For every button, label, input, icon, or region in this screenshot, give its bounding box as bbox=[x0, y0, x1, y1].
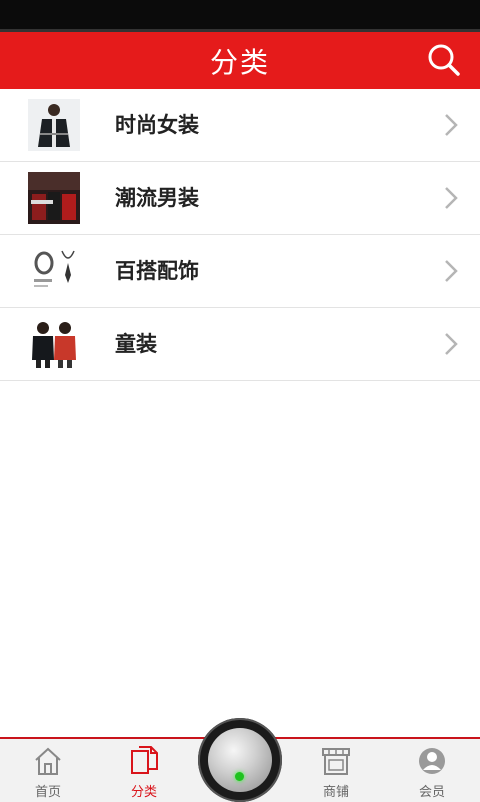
category-label: 童装 bbox=[115, 332, 157, 356]
indicator-light-icon bbox=[235, 772, 244, 781]
category-label: 潮流男装 bbox=[115, 186, 199, 210]
chevron-right-icon bbox=[445, 187, 458, 209]
page-title: 分类 bbox=[209, 45, 270, 79]
search-icon bbox=[428, 44, 460, 76]
chevron-right-icon bbox=[445, 114, 458, 136]
mens-thumbnail bbox=[28, 172, 80, 224]
womens-thumbnail bbox=[28, 99, 80, 151]
tab-shop[interactable]: 商铺 bbox=[296, 739, 376, 802]
tab-label: 首页 bbox=[34, 785, 61, 800]
accessories-thumbnail bbox=[28, 245, 80, 297]
category-list: 时尚女装 潮流男装 百搭配饰 童装 bbox=[0, 89, 480, 381]
status-bar bbox=[0, 0, 480, 32]
category-label: 时尚女装 bbox=[115, 113, 199, 137]
tab-category[interactable]: 分类 bbox=[104, 739, 184, 802]
tab-label: 会员 bbox=[418, 785, 445, 800]
tab-member[interactable]: 会员 bbox=[392, 739, 472, 802]
member-icon bbox=[419, 748, 445, 774]
category-item-mens[interactable]: 潮流男装 bbox=[0, 162, 480, 235]
category-icon bbox=[131, 746, 158, 774]
tab-home[interactable]: 首页 bbox=[8, 739, 88, 802]
category-item-accessories[interactable]: 百搭配饰 bbox=[0, 235, 480, 308]
tab-label: 商铺 bbox=[322, 785, 349, 800]
shop-icon bbox=[322, 748, 350, 775]
category-item-womens[interactable]: 时尚女装 bbox=[0, 89, 480, 162]
category-item-kids[interactable]: 童装 bbox=[0, 308, 480, 381]
category-label: 百搭配饰 bbox=[115, 259, 199, 283]
search-button[interactable] bbox=[426, 42, 462, 78]
app-header: 分类 bbox=[0, 32, 480, 89]
kids-thumbnail bbox=[28, 318, 80, 370]
home-icon bbox=[35, 747, 61, 775]
chevron-right-icon bbox=[445, 260, 458, 282]
tab-label: 分类 bbox=[130, 785, 157, 800]
knob-face bbox=[208, 728, 272, 792]
center-knob-button[interactable] bbox=[198, 718, 282, 802]
chevron-right-icon bbox=[445, 333, 458, 355]
